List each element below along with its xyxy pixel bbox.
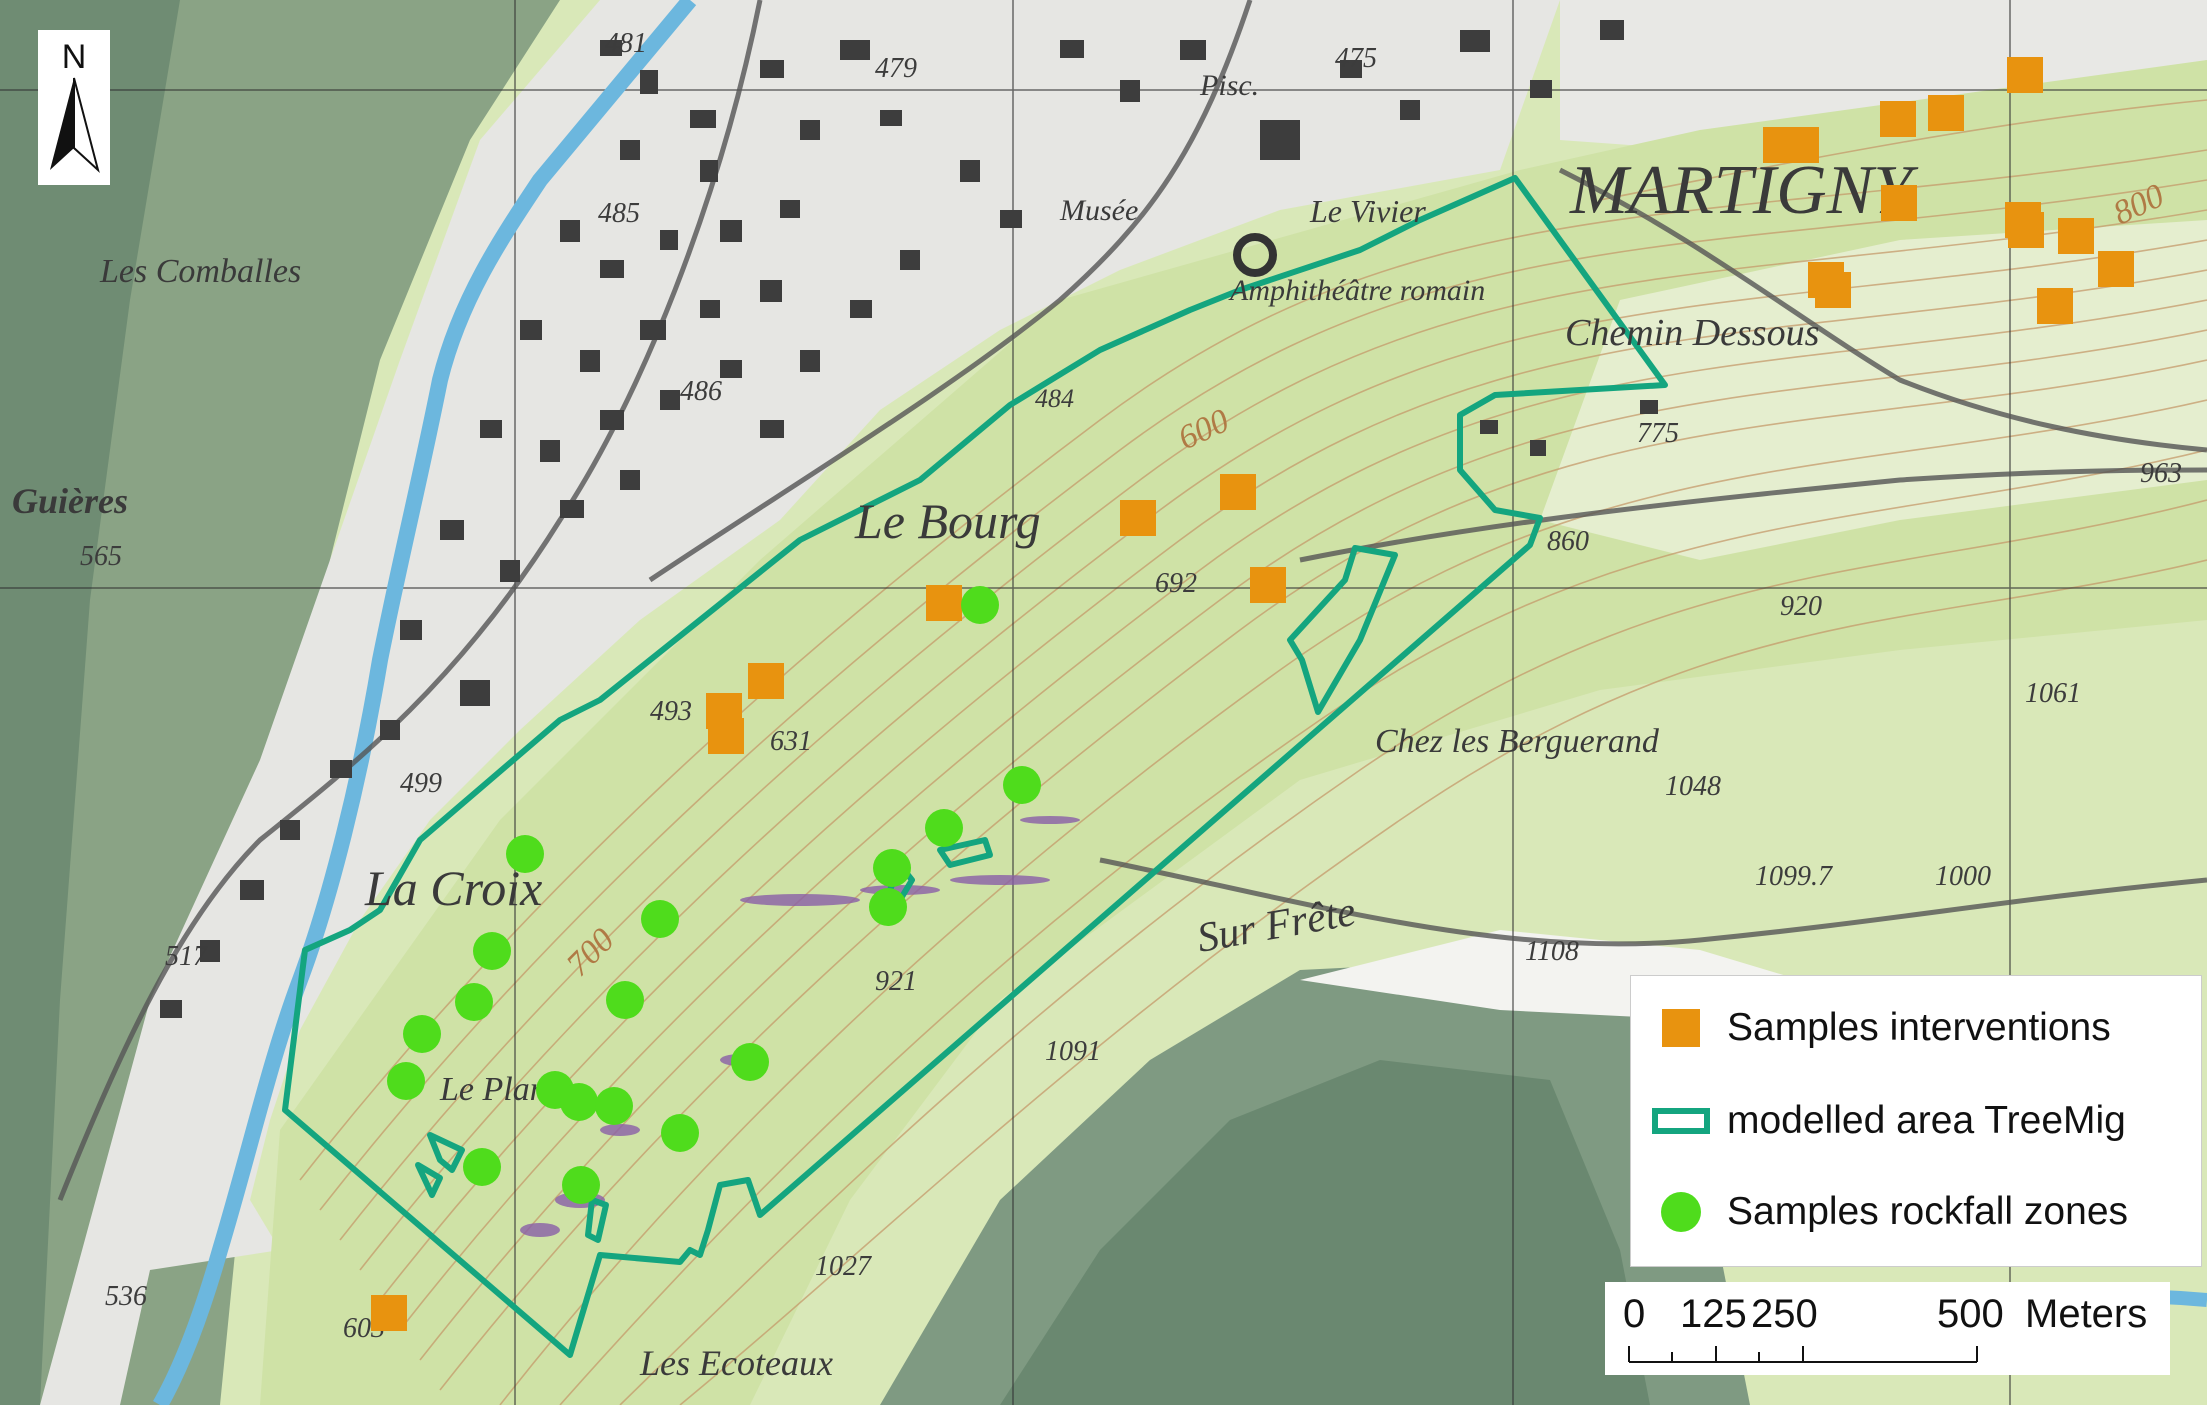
intervention-sample (1220, 474, 1256, 510)
rockfall-sample (562, 1166, 600, 1204)
rockfall-sample (560, 1083, 598, 1121)
legend: Samples interventions modelled area Tree… (1630, 975, 2202, 1267)
place-label-amphitheatre: Amphithéâtre romain (1228, 274, 1485, 307)
place-label-le-vivier: Le Vivier (1309, 193, 1426, 229)
rockfall-sample (506, 835, 544, 873)
elevation-479: 479 (875, 53, 917, 84)
elevation-775: 775 (1637, 418, 1679, 449)
elevation-1091: 1091 (1045, 1036, 1101, 1067)
legend-label-rockfall: Samples rockfall zones (1727, 1190, 2129, 1233)
rockfall-sample (873, 849, 911, 887)
intervention-sample (1881, 185, 1917, 221)
intervention-sample (2037, 288, 2073, 324)
north-arrow-left-icon (50, 78, 74, 170)
intervention-sample (1250, 567, 1286, 603)
place-label-le-plan: Le Plan (439, 1071, 547, 1108)
place-label-musee: Musée (1059, 194, 1138, 227)
rockfall-sample (961, 586, 999, 624)
intervention-sample (2008, 212, 2044, 248)
elevation-484: 484 (1035, 384, 1074, 413)
elevation-481: 481 (605, 28, 647, 59)
rockfall-sample (869, 888, 907, 926)
elevation-631: 631 (770, 726, 812, 757)
elevation-963: 963 (2140, 458, 2182, 489)
place-label-le-bourg: Le Bourg (854, 493, 1041, 549)
place-label-chemin-dessous: Chemin Dessous (1565, 312, 1819, 354)
rockfall-sample (455, 983, 493, 1021)
elevation-565: 565 (80, 541, 122, 572)
scale-bar-line (1628, 1346, 1978, 1363)
elevation-517: 517 (165, 941, 208, 972)
elevation-692: 692 (1155, 568, 1197, 599)
rockfall-sample (1003, 766, 1041, 804)
elevation-1061: 1061 (2025, 678, 2081, 709)
legend-item-rockfall: Samples rockfall zones (1649, 1182, 2128, 1242)
rockfall-sample (731, 1043, 769, 1081)
place-label-pisc: Pisc. (1199, 69, 1259, 102)
place-label-les-comballes: Les Comballes (99, 253, 301, 290)
rockfall-sample (473, 932, 511, 970)
intervention-sample (748, 663, 784, 699)
elevation-493: 493 (650, 696, 692, 727)
rockfall-sample (463, 1148, 501, 1186)
elevation-1048: 1048 (1665, 771, 1721, 802)
legend-item-interventions: Samples interventions (1649, 998, 2111, 1058)
teal-outline-rectangle-icon (1652, 1108, 1710, 1134)
intervention-sample (2007, 57, 2043, 93)
intervention-sample (1880, 101, 1916, 137)
intervention-sample (371, 1295, 407, 1331)
intervention-sample (1928, 95, 1964, 131)
orange-square-icon (1662, 1009, 1700, 1047)
intervention-sample (2058, 218, 2094, 254)
north-arrow: N (38, 30, 110, 185)
rockfall-sample (661, 1114, 699, 1152)
elevation-475: 475 (1335, 43, 1377, 74)
place-label-guieres: Guières (12, 481, 128, 521)
intervention-sample (1783, 127, 1819, 163)
rockfall-sample (403, 1015, 441, 1053)
elevation-921: 921 (875, 966, 917, 997)
scale-bar: 0 125 250 500 Meters (1605, 1282, 2170, 1375)
rockfall-sample (606, 981, 644, 1019)
rockfall-sample (925, 809, 963, 847)
place-label-les-ecoteaux: Les Ecoteaux (639, 1343, 833, 1383)
rockfall-sample (387, 1062, 425, 1100)
elevation-486: 486 (680, 376, 722, 407)
elevation-485: 485 (598, 198, 640, 229)
elevation-1108: 1108 (1525, 936, 1579, 967)
rockfall-sample (595, 1087, 633, 1125)
elevation-536: 536 (105, 1281, 147, 1312)
intervention-sample (1120, 500, 1156, 536)
legend-label-interventions: Samples interventions (1727, 1006, 2111, 1049)
intervention-sample (2098, 251, 2134, 287)
elevation-1099-7: 1099.7 (1755, 861, 1833, 892)
map-canvas[interactable]: MARTIGNY Le Bourg La Croix Les Comballes… (0, 0, 2207, 1405)
green-circle-icon (1661, 1192, 1701, 1232)
legend-label-treemig: modelled area TreeMig (1727, 1099, 2126, 1142)
north-label: N (62, 38, 87, 76)
elevation-920: 920 (1780, 591, 1822, 622)
elevation-860: 860 (1547, 526, 1589, 557)
place-label-chez-les-berguerand: Chez les Berguerand (1375, 723, 1660, 760)
intervention-sample (926, 585, 962, 621)
place-label-martigny: MARTIGNY (1569, 152, 1919, 229)
intervention-sample (1815, 272, 1851, 308)
north-arrow-right-icon (73, 77, 100, 174)
elevation-1027: 1027 (815, 1251, 872, 1282)
rockfall-sample (641, 900, 679, 938)
elevation-499: 499 (400, 768, 442, 799)
elevation-1000: 1000 (1935, 861, 1991, 892)
legend-item-treemig: modelled area TreeMig (1649, 1091, 2126, 1151)
intervention-sample (708, 718, 744, 754)
